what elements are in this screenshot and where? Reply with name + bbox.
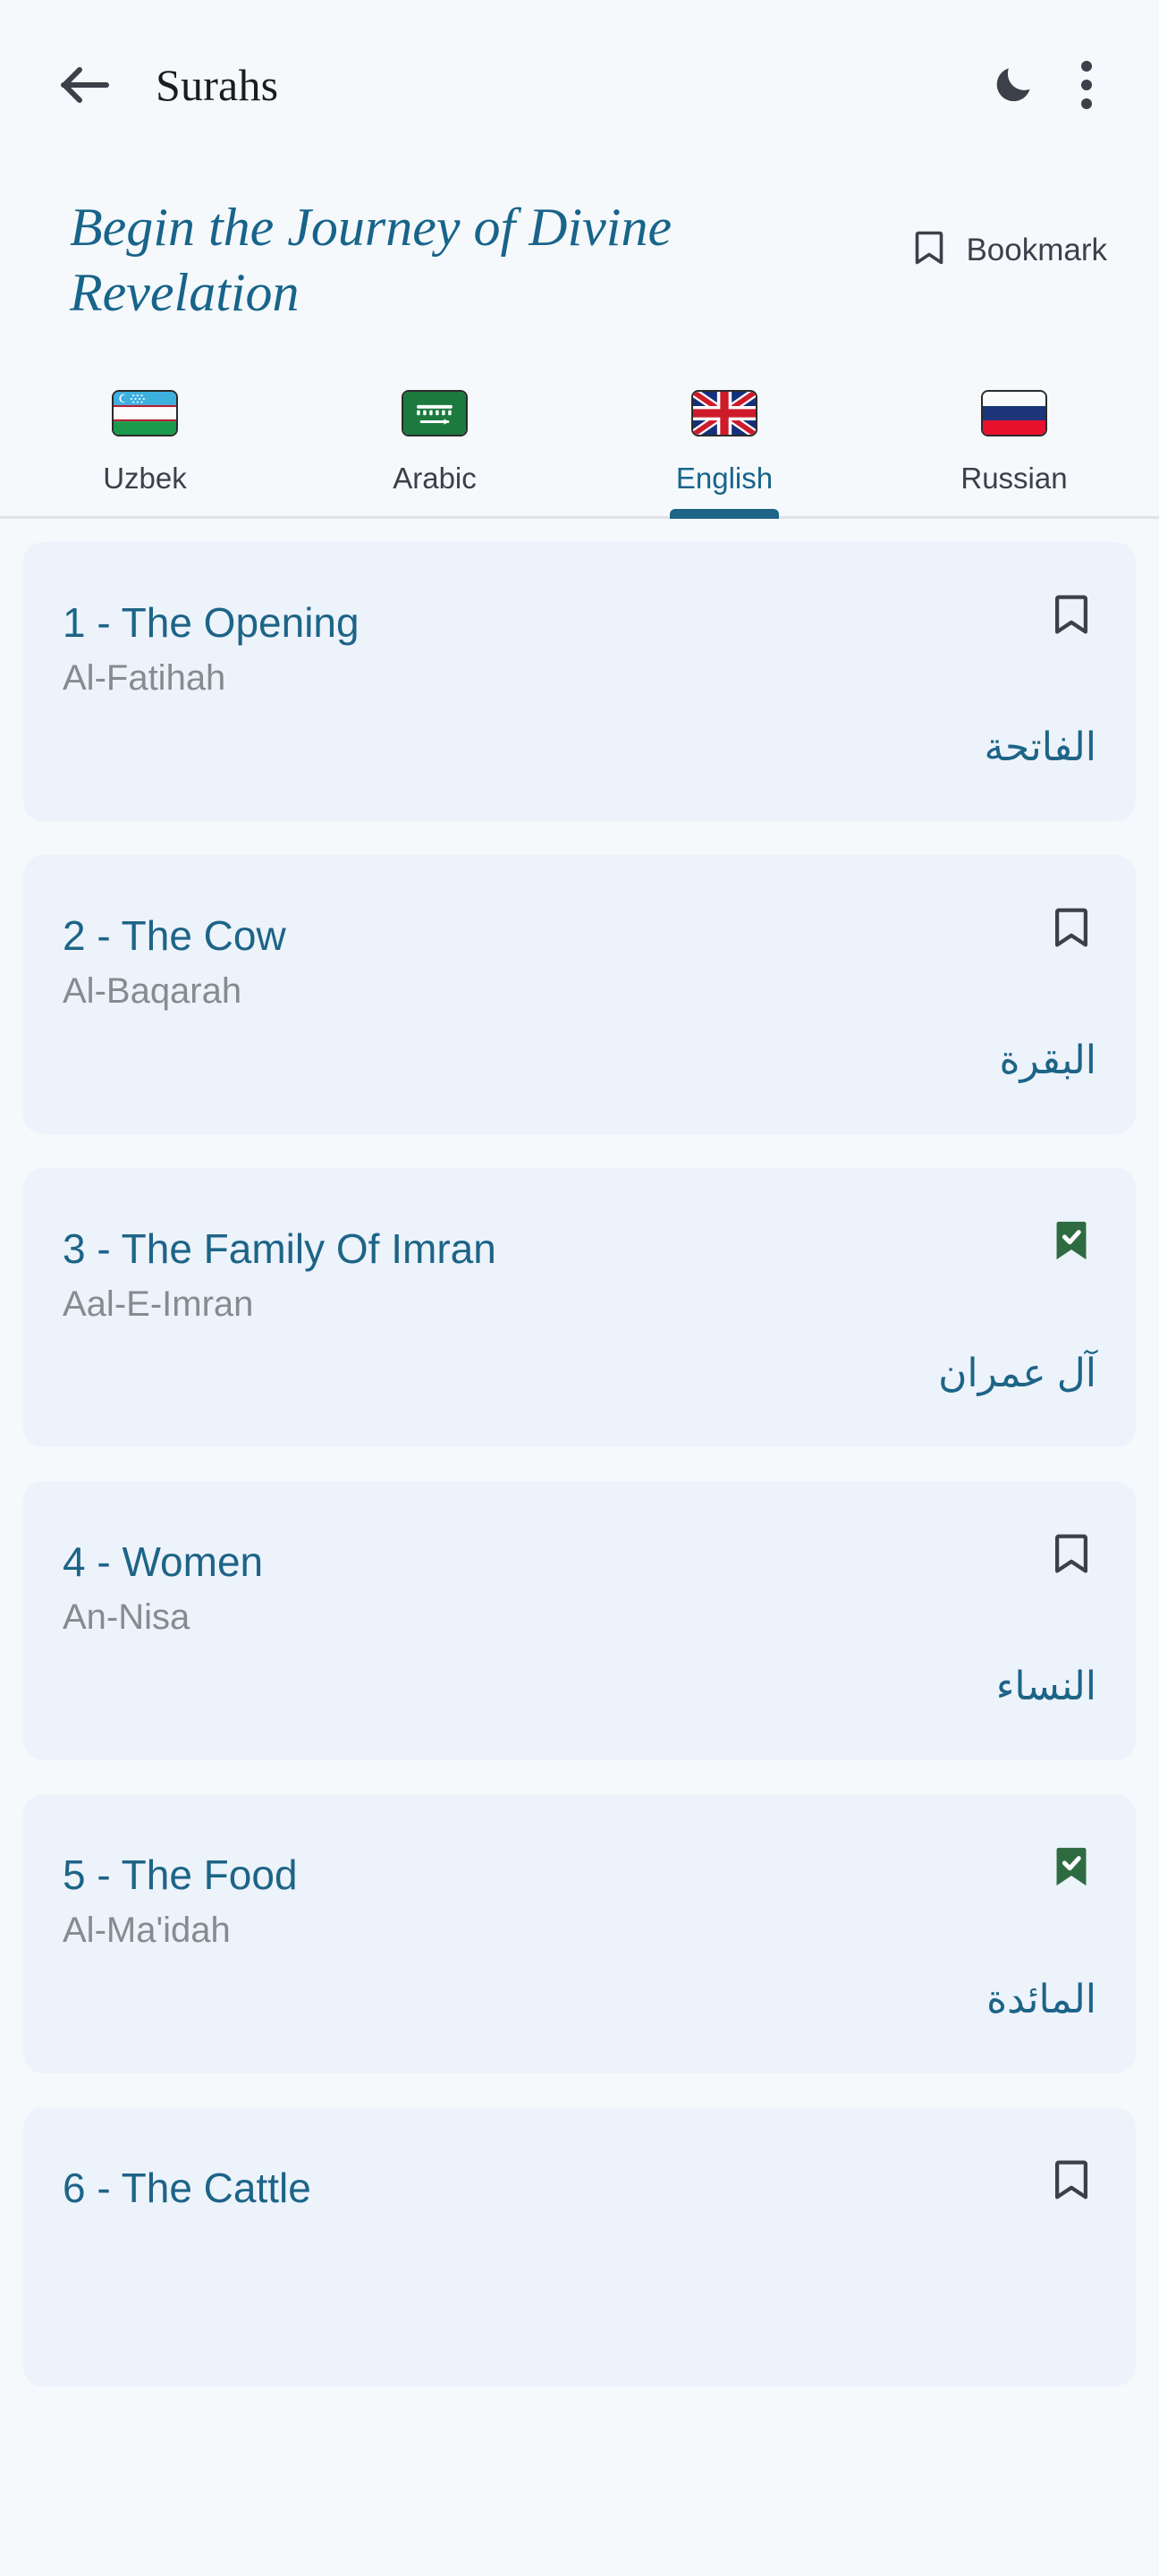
surah-card-3[interactable]: 3 - The Family Of Imran Aal-E-Imran آل ع…: [23, 1168, 1136, 1447]
hero-title: Begin the Journey of Divine Revelation: [70, 198, 673, 323]
arrow-left-icon: [60, 65, 110, 105]
surah-transliteration: Aal-E-Imran: [63, 1284, 254, 1324]
surah-transliteration: An-Nisa: [63, 1597, 190, 1637]
surah-bookmark-toggle[interactable]: [1046, 1218, 1096, 1274]
bookmark-outline-icon: [1053, 1531, 1089, 1576]
surah-bookmark-toggle[interactable]: [1046, 1531, 1096, 1587]
surah-arabic-name: الفاتحة: [984, 724, 1096, 769]
surah-card-2[interactable]: 2 - The Cow Al-Baqarah البقرة: [23, 855, 1136, 1134]
surah-arabic-name: المائدة: [986, 1977, 1096, 2021]
bookmark-filter-button[interactable]: Bookmark: [901, 220, 1120, 280]
hero-section: Begin the Journey of Divine Revelation B…: [0, 170, 1159, 358]
surah-transliteration: Al-Ma'idah: [63, 1910, 231, 1950]
bookmark-filter-label: Bookmark: [966, 233, 1107, 267]
surah-bookmark-toggle[interactable]: [1046, 1844, 1096, 1900]
bookmark-outline-icon: [1053, 2157, 1089, 2202]
surah-transliteration: Al-Fatihah: [63, 657, 226, 698]
surah-list[interactable]: 1 - The Opening Al-Fatihah الفاتحة 2 - T…: [0, 519, 1159, 2576]
surah-card-6[interactable]: 6 - The Cattle: [23, 2107, 1136, 2386]
tab-indicator-english: [670, 509, 779, 519]
bookmark-outline-icon: [1053, 592, 1089, 637]
back-button[interactable]: [54, 54, 116, 116]
surah-bookmark-toggle[interactable]: [1046, 592, 1096, 648]
surah-name: 5 - The Food: [63, 1852, 298, 1898]
surah-card-4[interactable]: 4 - Women An-Nisa النساء: [23, 1481, 1136, 1760]
surahs-screen: Surahs Begin the Journey of Divine Revel…: [0, 0, 1159, 2576]
surah-transliteration: Al-Baqarah: [63, 970, 242, 1011]
surah-name: 2 - The Cow: [63, 912, 286, 959]
tab-uzbek[interactable]: Uzbek: [0, 390, 290, 516]
surah-card-1[interactable]: 1 - The Opening Al-Fatihah الفاتحة: [23, 542, 1136, 821]
overflow-menu-button[interactable]: [1053, 47, 1120, 123]
bookmark-check-filled-icon: [1053, 1218, 1089, 1263]
surah-arabic-name: آل عمران: [938, 1351, 1096, 1395]
surah-name: 3 - The Family Of Imran: [63, 1225, 496, 1272]
tab-label-arabic: Arabic: [393, 462, 477, 495]
tab-russian[interactable]: Russian: [869, 390, 1159, 516]
theme-toggle-button[interactable]: [977, 47, 1053, 123]
surah-bookmark-toggle[interactable]: [1046, 2157, 1096, 2213]
language-tabs: Uzbek Arabic English Russian: [0, 358, 1159, 519]
bookmark-outline-icon: [1053, 905, 1089, 950]
surah-arabic-name: النساء: [995, 1664, 1096, 1708]
surah-name: 1 - The Opening: [63, 599, 360, 646]
flag-saudi-arabia-icon: [402, 390, 468, 436]
surah-card-5[interactable]: 5 - The Food Al-Ma'idah المائدة: [23, 1794, 1136, 2073]
surah-name: 6 - The Cattle: [63, 2165, 311, 2211]
bookmark-outline-icon: [914, 229, 944, 271]
tab-label-russian: Russian: [960, 462, 1068, 495]
more-vertical-icon: [1081, 61, 1092, 109]
tab-arabic[interactable]: Arabic: [290, 390, 580, 516]
surah-arabic-name: البقرة: [999, 1038, 1097, 1082]
surah-bookmark-toggle[interactable]: [1046, 905, 1096, 961]
surah-name: 4 - Women: [63, 1538, 264, 1585]
tab-label-uzbek: Uzbek: [103, 462, 187, 495]
tab-english[interactable]: English: [580, 390, 869, 519]
moon-icon: [989, 57, 1041, 114]
flag-uzbekistan-icon: [112, 390, 178, 436]
app-bar: Surahs: [0, 0, 1159, 170]
bookmark-check-filled-icon: [1053, 1844, 1089, 1889]
page-title: Surahs: [156, 60, 279, 110]
flag-united-kingdom-icon: [691, 390, 757, 436]
flag-russia-icon: [981, 390, 1047, 436]
